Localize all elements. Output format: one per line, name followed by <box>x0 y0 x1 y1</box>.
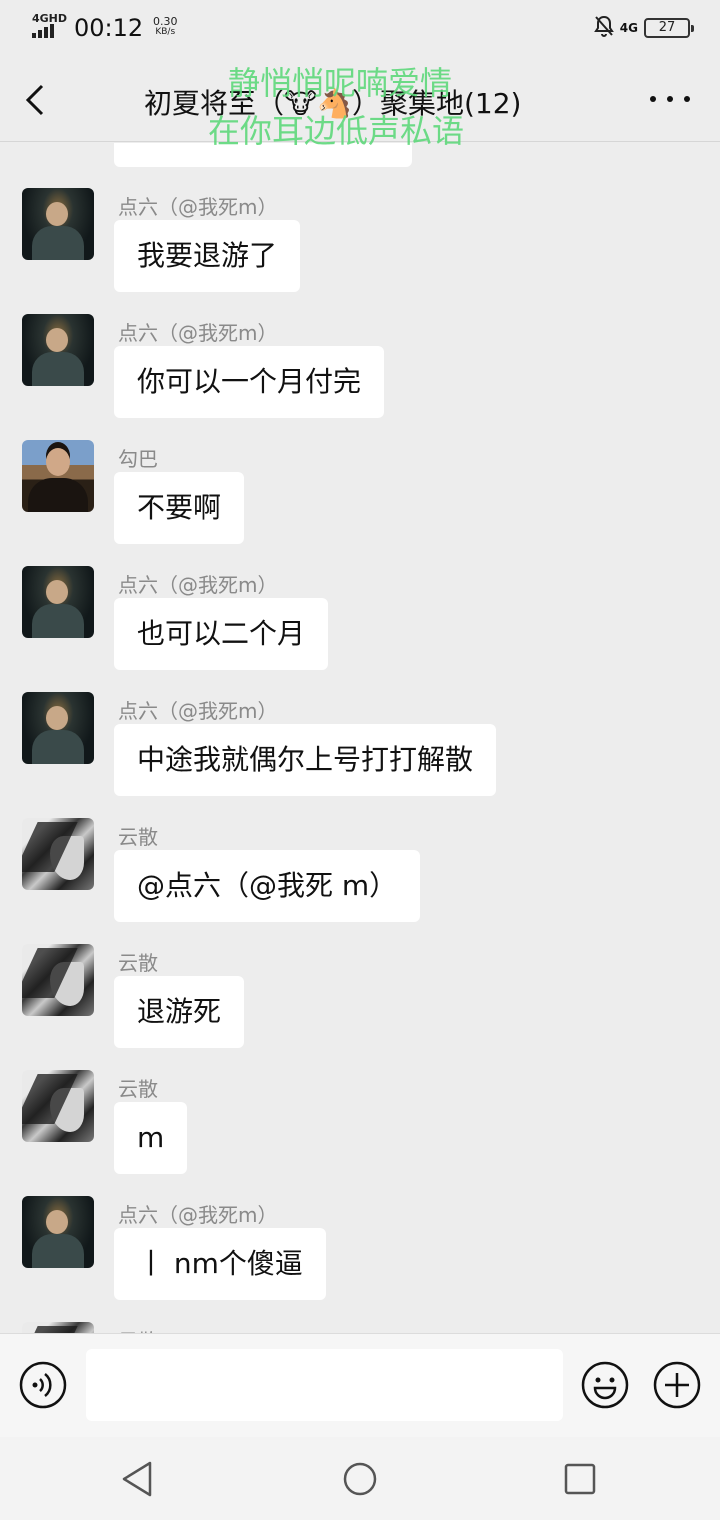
message-row: 点六（@我死m） 我要退游了 <box>0 188 720 314</box>
battery-icon: 27 <box>644 18 694 38</box>
mobile-data-label: 4G <box>619 21 638 35</box>
status-bar: 4GHD 00:12 0.30 KB/s 4G 27 <box>0 0 720 56</box>
message-bubble[interactable]: 也可以二个月 <box>114 598 329 670</box>
dianliu-avatar[interactable] <box>22 1196 94 1268</box>
more-icon[interactable] <box>650 84 690 114</box>
network-speed-unit: KB/s <box>155 27 176 37</box>
message-bubble[interactable]: 中途我就偶尔上号打打解散 <box>114 724 497 796</box>
sender-name: 云散 <box>118 825 158 849</box>
yunsan-avatar[interactable] <box>22 1070 94 1142</box>
overlay-caption-line1: 静悄悄呢喃爱情 <box>228 64 453 102</box>
sender-name: 点六（@我死m） <box>118 1203 278 1227</box>
message-row: 勾巴 不要啊 <box>0 440 720 566</box>
sender-name: 云散 <box>118 1325 158 1333</box>
sender-name: 点六（@我死m） <box>118 573 278 597</box>
sender-name: 点六（@我死m） <box>118 321 278 345</box>
status-time: 00:12 <box>74 14 144 42</box>
system-navigation-bar <box>0 1437 720 1520</box>
notification-off-icon <box>593 15 614 41</box>
sender-name: 云散 <box>118 1077 158 1101</box>
message-row: 云散 m <box>0 1070 720 1196</box>
message-bubble[interactable]: 你可以一个月付完 <box>114 346 385 418</box>
back-icon[interactable] <box>18 80 54 120</box>
voice-icon[interactable] <box>18 1360 68 1410</box>
sender-name: 点六（@我死m） <box>118 195 278 219</box>
yunsan-avatar[interactable] <box>22 1322 94 1333</box>
network-speed: 0.30 KB/s <box>153 16 178 38</box>
dianliu-avatar[interactable] <box>22 314 94 386</box>
message-row: 云散 @点六（@我死 m） <box>0 818 720 944</box>
nav-home-icon[interactable] <box>340 1459 380 1499</box>
message-row: 点六（@我死m） 丨 nm个傻逼 <box>0 1196 720 1322</box>
dianliu-avatar[interactable] <box>22 566 94 638</box>
message-input[interactable] <box>86 1349 563 1421</box>
status-right-group: 4G 27 <box>593 14 694 42</box>
message-bubble[interactable]: 不要啊 <box>114 472 245 544</box>
message-bubble[interactable]: @点六（@我死 m） <box>114 850 421 922</box>
message-bubble[interactable]: 丨 nm个傻逼 <box>114 1228 326 1300</box>
message-list[interactable]: 我们开黑打打架…… 点六（@我死m） 我要退游了 点六（@我死m） 你可以一个月… <box>0 143 720 1333</box>
nav-recent-apps-icon[interactable] <box>562 1459 598 1499</box>
nav-back-icon[interactable] <box>118 1459 158 1499</box>
sender-name: 勾巴 <box>118 447 158 471</box>
dianliu-avatar[interactable] <box>22 692 94 764</box>
sender-name: 点六（@我死m） <box>118 699 278 723</box>
input-bar <box>0 1333 720 1437</box>
dianliu-avatar[interactable] <box>22 188 94 260</box>
battery-level: 27 <box>658 20 676 35</box>
cellular-signal-icon: 4GHD <box>30 12 67 40</box>
sender-name: 云散 <box>118 951 158 975</box>
message-row: 点六（@我死m） 你可以一个月付完 <box>0 314 720 440</box>
message-bubble[interactable]: 退游死 <box>114 976 245 1048</box>
yunsan-avatar[interactable] <box>22 944 94 1016</box>
network-speed-value: 0.30 <box>153 15 178 28</box>
emoji-icon[interactable] <box>580 1360 630 1410</box>
message-row: 点六（@我死m） 也可以二个月 <box>0 566 720 692</box>
plus-icon[interactable] <box>652 1360 702 1410</box>
gouba-avatar[interactable] <box>22 440 94 512</box>
message-row-partial: 云散 <box>0 1322 720 1333</box>
message-bubble[interactable]: 我要退游了 <box>114 220 301 292</box>
yunsan-avatar[interactable] <box>22 818 94 890</box>
message-row: 云散 退游死 <box>0 944 720 1070</box>
overlay-caption-line2: 在你耳边低声私语 <box>208 112 465 150</box>
message-row: 点六（@我死m） 中途我就偶尔上号打打解散 <box>0 692 720 818</box>
message-bubble[interactable]: m <box>114 1102 188 1174</box>
